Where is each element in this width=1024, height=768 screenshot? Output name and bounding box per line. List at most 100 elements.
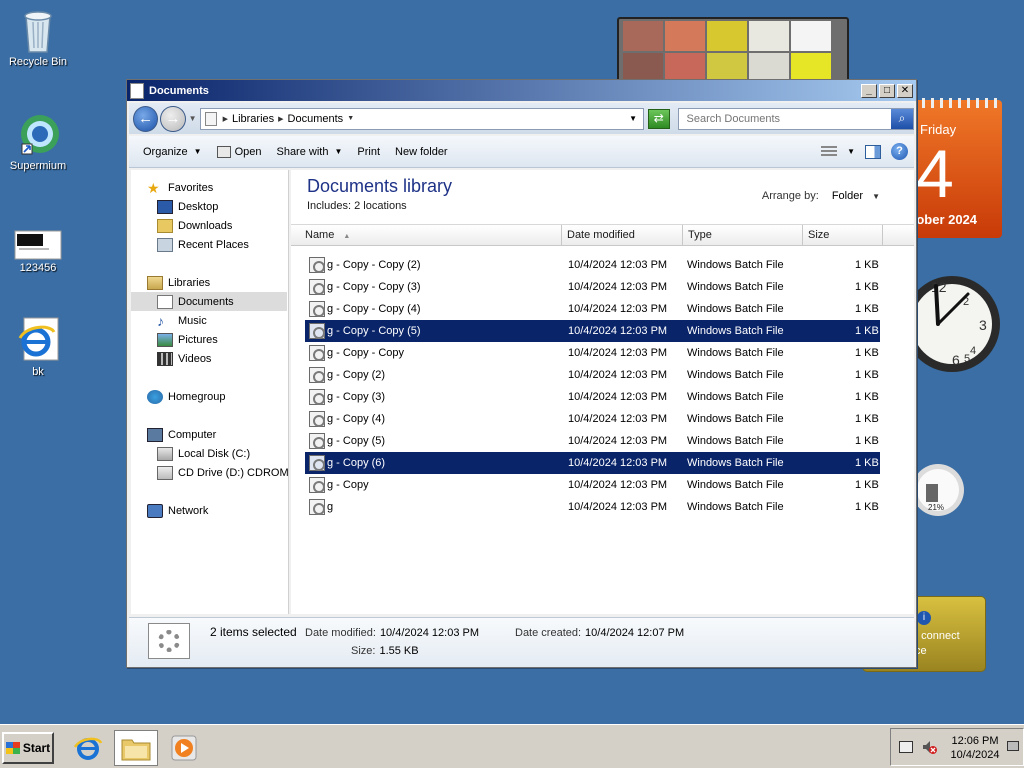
file-date: 10/4/2024 12:03 PM xyxy=(568,369,668,381)
view-options-icon[interactable] xyxy=(821,145,838,158)
open-button[interactable]: Open xyxy=(211,142,268,162)
preview-pane-icon[interactable] xyxy=(865,144,881,159)
file-row[interactable]: g - Copy - Copy 10/4/2024 12:03 PM Windows… xyxy=(305,342,880,364)
address-history-dropdown[interactable]: ▼ xyxy=(623,114,643,123)
breadcrumb-arrow-icon[interactable]: ▶ xyxy=(278,115,283,123)
file-row[interactable]: g - Copy - Copy (2) 10/4/2024 12:03 PM Win… xyxy=(305,254,880,276)
file-row[interactable]: g - Copy (5) 10/4/2024 12:03 PM Windows Ba… xyxy=(305,430,880,452)
file-row-selected[interactable]: g - Copy - Copy (5) 10/4/2024 12:03 PM Win… xyxy=(305,320,880,342)
nav-music[interactable]: ♪ Music xyxy=(131,311,287,330)
slideshow-gadget[interactable] xyxy=(617,17,849,83)
file-row[interactable]: g - Copy (4) 10/4/2024 12:03 PM Windows Ba… xyxy=(305,408,880,430)
calendar-gadget[interactable]: Friday 4 tober 2024 xyxy=(908,98,1002,238)
nav-label: Pictures xyxy=(178,333,218,346)
batch-file-icon xyxy=(309,257,325,273)
file-row[interactable]: g - Copy - Copy (3) 10/4/2024 12:03 PM Win… xyxy=(305,276,880,298)
navigation-pane[interactable]: ★ Favorites Desktop Downloads Recent Pla… xyxy=(131,170,289,614)
nav-desktop[interactable]: Desktop xyxy=(131,197,287,216)
nav-videos[interactable]: Videos xyxy=(131,349,287,368)
desktop-icon-recycle-bin[interactable]: Recycle Bin xyxy=(0,6,76,68)
file-row-selected[interactable]: g - Copy (6) 10/4/2024 12:03 PM Windows Ba… xyxy=(305,452,880,474)
nav-documents[interactable]: Documents xyxy=(131,292,287,311)
breadcrumb-arrow-icon[interactable]: ▶ xyxy=(223,115,228,123)
address-bar[interactable]: ▶ Libraries ▶ Documents ▼ ▼ xyxy=(199,107,645,130)
column-date-modified[interactable]: Date modified xyxy=(562,225,683,246)
batch-file-icon xyxy=(309,367,325,383)
cpu-meter-gadget[interactable]: 21% xyxy=(912,460,964,520)
desktop-icon-bk[interactable]: bk xyxy=(0,316,76,378)
refresh-button[interactable]: ⇄ xyxy=(648,108,670,129)
share-with-label: Share with xyxy=(276,145,329,158)
help-icon[interactable]: ? xyxy=(891,143,908,160)
column-name[interactable]: Name ▲ xyxy=(291,225,562,246)
file-row[interactable]: g - Copy (2) 10/4/2024 12:03 PM Windows Ba… xyxy=(305,364,880,386)
network-tray-icon[interactable] xyxy=(899,741,913,753)
organize-button[interactable]: Organize ▼ xyxy=(137,142,208,162)
close-button[interactable]: ✕ xyxy=(897,83,913,98)
nav-label: Downloads xyxy=(178,219,233,232)
search-input[interactable] xyxy=(684,111,891,126)
batch-file-large-icon xyxy=(148,623,190,659)
nav-recent-places[interactable]: Recent Places xyxy=(131,235,287,254)
clock-gadget[interactable]: 12 3 6 2 4 5 xyxy=(904,262,1002,392)
view-dropdown-icon[interactable]: ▼ xyxy=(847,147,855,156)
file-name: g - Copy - Copy (3) xyxy=(327,281,421,293)
new-folder-button[interactable]: New folder xyxy=(389,142,454,162)
file-list-pane[interactable]: Documents library Includes: 2 locations … xyxy=(291,170,914,663)
nav-computer[interactable]: Computer xyxy=(131,425,287,444)
start-button[interactable]: Start xyxy=(2,732,54,764)
file-type: Windows Batch File xyxy=(687,281,784,293)
forward-button[interactable]: → xyxy=(160,105,186,132)
back-button[interactable]: ← xyxy=(133,105,159,132)
maximize-button[interactable]: □ xyxy=(879,83,895,98)
library-icon xyxy=(204,111,217,126)
nav-favorites[interactable]: ★ Favorites xyxy=(131,178,287,197)
volume-muted-icon[interactable] xyxy=(921,739,937,755)
share-with-button[interactable]: Share with ▼ xyxy=(270,142,348,162)
file-row[interactable]: g - Copy (3) 10/4/2024 12:03 PM Windows Ba… xyxy=(305,386,880,408)
title-bar[interactable]: Documents _ □ ✕ xyxy=(127,80,916,101)
nav-cd-drive[interactable]: CD Drive (D:) CDROM xyxy=(131,463,288,482)
file-size: 1 KB xyxy=(855,369,879,381)
taskbar-clock[interactable]: 12:06 PM 10/4/2024 xyxy=(947,734,1003,762)
slideshow-tile xyxy=(665,21,705,51)
chevron-down-icon[interactable]: ▼ xyxy=(872,192,880,201)
breadcrumb-documents[interactable]: Documents xyxy=(288,113,344,125)
file-type: Windows Batch File xyxy=(687,479,784,491)
explorer-window[interactable]: Documents _ □ ✕ ← → ▼ ▶ Libraries ▶ Docu… xyxy=(126,79,917,668)
taskbar-internet-explorer[interactable] xyxy=(66,730,110,766)
taskbar-windows-explorer[interactable] xyxy=(114,730,158,766)
arrange-by-value[interactable]: Folder xyxy=(832,190,863,202)
nav-local-disk[interactable]: Local Disk (C:) xyxy=(131,444,287,463)
search-icon: ⌕ xyxy=(898,110,906,125)
minimize-button[interactable]: _ xyxy=(861,83,877,98)
file-row[interactable]: g - Copy - Copy (4) 10/4/2024 12:03 PM Win… xyxy=(305,298,880,320)
nav-pictures[interactable]: Pictures xyxy=(131,330,287,349)
taskbar-media-player[interactable] xyxy=(162,730,206,766)
show-desktop-icon[interactable] xyxy=(1007,741,1019,751)
nav-libraries[interactable]: Libraries xyxy=(131,273,287,292)
desktop-icon-123456[interactable]: 123456 xyxy=(0,230,76,274)
refresh-icon: ⇄ xyxy=(653,110,664,125)
includes-locations-link[interactable]: 2 locations xyxy=(354,200,407,212)
breadcrumb-arrow-icon[interactable]: ▼ xyxy=(347,115,354,122)
music-icon: ♪ xyxy=(157,312,164,329)
breadcrumb-libraries[interactable]: Libraries xyxy=(232,113,274,125)
search-button[interactable]: ⌕ xyxy=(890,108,913,129)
details-pane: 2 items selected Date modified: 10/4/2024… xyxy=(129,617,914,667)
column-size[interactable]: Size xyxy=(803,225,883,246)
search-box[interactable]: ⌕ xyxy=(677,107,914,130)
column-header: Name ▲ Date modified Type Size xyxy=(291,224,914,246)
print-button[interactable]: Print xyxy=(351,142,386,162)
nav-homegroup[interactable]: Homegroup xyxy=(131,387,287,406)
desktop-icon-supermium[interactable]: Supermium xyxy=(0,112,76,172)
column-type[interactable]: Type xyxy=(683,225,803,246)
nav-network[interactable]: Network xyxy=(131,501,287,520)
file-row[interactable]: g 10/4/2024 12:03 PM Windows Batch File 1 K… xyxy=(305,496,880,518)
weather-line-2: ce xyxy=(915,645,927,657)
batch-file-icon xyxy=(309,389,325,405)
nav-downloads[interactable]: Downloads xyxy=(131,216,287,235)
arrange-by: Arrange by: Folder ▼ xyxy=(762,190,880,202)
recent-pages-dropdown[interactable]: ▼ xyxy=(189,114,197,123)
file-row[interactable]: g - Copy 10/4/2024 12:03 PM Windows Batch … xyxy=(305,474,880,496)
